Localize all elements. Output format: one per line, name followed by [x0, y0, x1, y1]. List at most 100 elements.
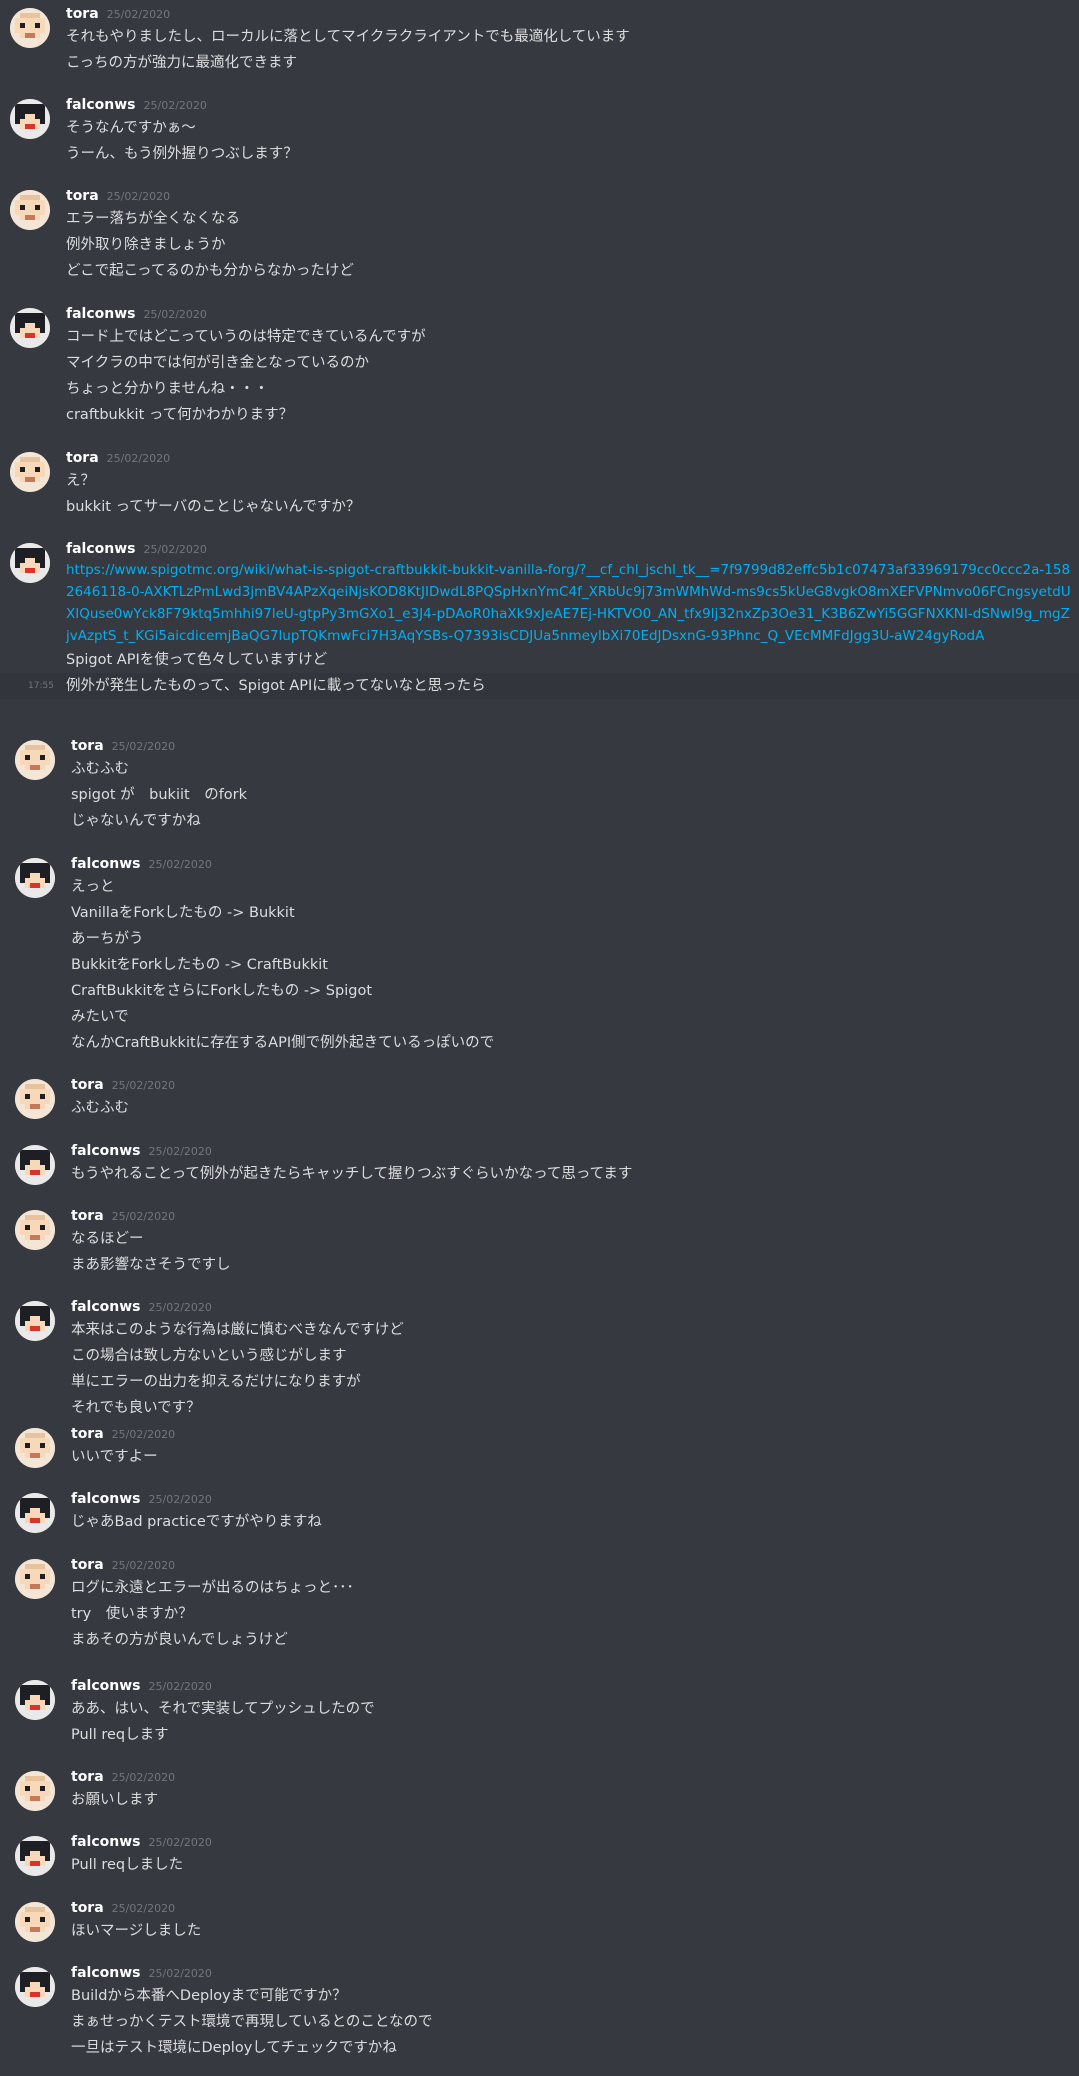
hover-timestamp: 17:55: [28, 681, 54, 691]
message-line: 単にエラーの出力を抑えるだけになりますが: [71, 1374, 361, 1390]
username[interactable]: tora: [71, 1769, 104, 1785]
timestamp: 25/02/2020: [148, 1836, 212, 1849]
message-line: なんかCraftBukkitに存在するAPI側で例外起きているっぽいので: [71, 1035, 495, 1051]
message-group: falconws 25/02/2020 もうやれることって例外が起きたらキャッチして…: [0, 1139, 1079, 1187]
username[interactable]: falconws: [66, 306, 136, 322]
timestamp: 25/02/2020: [111, 1079, 176, 1092]
username[interactable]: falconws: [71, 1965, 141, 1981]
avatar[interactable]: [10, 8, 50, 48]
timestamp: 25/02/2020: [143, 543, 207, 556]
message-group: falconws 25/02/2020 本来はこのような行為は厳に慎むべきなんですけ…: [0, 1295, 1079, 1421]
avatar[interactable]: [10, 452, 50, 492]
avatar[interactable]: [15, 1559, 55, 1599]
timestamp: 25/02/2020: [143, 308, 207, 321]
message-header: falconws 25/02/2020: [71, 1961, 1079, 1983]
avatar[interactable]: [15, 1493, 55, 1533]
message-line: ちょっと分かりませんね・・・: [66, 381, 269, 397]
message-line: try 使いますか？: [71, 1606, 193, 1622]
username[interactable]: tora: [66, 6, 99, 22]
avatar[interactable]: [15, 1680, 55, 1720]
message-line: みたいで: [71, 1009, 129, 1025]
message-line: まあその方が良いんでしょうけど: [71, 1632, 288, 1648]
message-line: まあ影響なさそうですし: [71, 1257, 231, 1273]
message-text: 例外が発生したものって、Spigot APIに載ってないなと思ったら: [66, 678, 486, 694]
username[interactable]: tora: [66, 450, 99, 466]
message-line: なるほどー: [71, 1231, 144, 1247]
timestamp: 25/02/2020: [111, 1559, 176, 1572]
avatar[interactable]: [10, 543, 50, 583]
message-line: ああ、はい、それで実装してプッシュしたので: [71, 1701, 375, 1717]
message-group: falconws 25/02/2020 じゃあBad practiceですがやります…: [0, 1487, 1079, 1535]
message-group: tora 25/02/2020 それもやりましたし、ローカルに落としてマイクラクライ…: [0, 2, 1079, 76]
avatar[interactable]: [15, 1079, 55, 1119]
username[interactable]: falconws: [71, 1834, 141, 1850]
avatar[interactable]: [15, 858, 55, 898]
message-line: この場合は致し方ないという感じがします: [71, 1348, 347, 1364]
message-group: tora 25/02/2020 ログに永遠とエラーが出るのはちょっと･･･ try 使…: [0, 1553, 1079, 1653]
message-line-hovered: 17:55 例外が発生したものって、Spigot APIに載ってないなと思ったら: [0, 673, 1079, 699]
message-line: それもやりましたし、ローカルに落としてマイクラクライアントでも最適化しています: [66, 29, 630, 45]
message-header: tora 25/02/2020: [66, 184, 1079, 206]
timestamp: 25/02/2020: [148, 1967, 212, 1980]
avatar[interactable]: [10, 308, 50, 348]
username[interactable]: tora: [71, 1900, 104, 1916]
message-group: falconws 25/02/2020 ああ、はい、それで実装してプッシュしたので P…: [0, 1674, 1079, 1748]
message-line: ほいマージしました: [71, 1923, 202, 1939]
message-line: え？: [66, 473, 95, 489]
avatar[interactable]: [15, 1902, 55, 1942]
avatar[interactable]: [15, 740, 55, 780]
avatar[interactable]: [15, 1145, 55, 1185]
message-line: そうなんですかぁ〜: [66, 120, 196, 136]
message-line: エラー落ちが全くなくなる: [66, 211, 240, 227]
timestamp: 25/02/2020: [111, 1210, 176, 1223]
message-group: falconws 25/02/2020 Buildから本番へDeployまで可能です…: [0, 1961, 1079, 2061]
message-link[interactable]: https://www.spigotmc.org/wiki/what-is-sp…: [66, 559, 1079, 647]
timestamp: 25/02/2020: [148, 1493, 212, 1506]
username[interactable]: falconws: [71, 856, 141, 872]
timestamp: 25/02/2020: [143, 99, 207, 112]
message-group: tora 25/02/2020 え？ bukkit ってサーバのことじゃないんですか？: [0, 446, 1079, 520]
timestamp: 25/02/2020: [106, 452, 171, 465]
username[interactable]: falconws: [71, 1678, 141, 1694]
message-header: falconws 25/02/2020: [71, 1487, 1079, 1509]
message-line: 一旦はテスト環境にDeployしてチェックですかね: [71, 2040, 397, 2056]
username[interactable]: falconws: [71, 1143, 141, 1159]
username[interactable]: tora: [66, 188, 99, 204]
message-line: Buildから本番へDeployまで可能ですか？: [71, 1988, 347, 2004]
username[interactable]: tora: [71, 1557, 104, 1573]
message-group: tora 25/02/2020 ほいマージしました: [0, 1896, 1079, 1944]
message-line: もうやれることって例外が起きたらキャッチして握りつぶすぐらいかなって思ってます: [71, 1166, 633, 1182]
message-group: tora 25/02/2020 いいですよー: [0, 1422, 1079, 1470]
avatar[interactable]: [10, 190, 50, 230]
message-line: あーちがう: [71, 931, 144, 947]
message-line: CraftBukkitをさらにForkしたもの -> Spigot: [71, 983, 373, 999]
message-line: お願いします: [71, 1792, 158, 1808]
username[interactable]: tora: [71, 1426, 104, 1442]
avatar[interactable]: [15, 1301, 55, 1341]
message-header: tora 25/02/2020: [66, 446, 1079, 468]
timestamp: 25/02/2020: [106, 190, 171, 203]
avatar[interactable]: [15, 1210, 55, 1250]
username[interactable]: falconws: [71, 1491, 141, 1507]
username[interactable]: falconws: [66, 97, 136, 113]
message-line: 本来はこのような行為は厳に慎むべきなんですけど: [71, 1322, 404, 1338]
message-header: falconws 25/02/2020: [66, 537, 1079, 559]
message-group: falconws 25/02/2020 https://www.spigotmc.o…: [0, 537, 1079, 699]
message-group: tora 25/02/2020 エラー落ちが全くなくなる 例外取り除きましょうか どこで…: [0, 184, 1079, 284]
username[interactable]: falconws: [66, 541, 136, 557]
message-group: tora 25/02/2020 お願いします: [0, 1765, 1079, 1813]
username[interactable]: falconws: [71, 1299, 141, 1315]
message-header: falconws 25/02/2020: [71, 1295, 1079, 1317]
timestamp: 25/02/2020: [111, 1428, 176, 1441]
avatar[interactable]: [15, 1428, 55, 1468]
username[interactable]: tora: [71, 1077, 104, 1093]
message-line: bukkit ってサーバのことじゃないんですか？: [66, 499, 361, 515]
avatar[interactable]: [15, 1771, 55, 1811]
message-header: falconws 25/02/2020: [71, 852, 1079, 874]
avatar[interactable]: [15, 1836, 55, 1876]
username[interactable]: tora: [71, 1208, 104, 1224]
username[interactable]: tora: [71, 738, 104, 754]
message-header: falconws 25/02/2020: [66, 93, 1079, 115]
avatar[interactable]: [15, 1967, 55, 2007]
avatar[interactable]: [10, 99, 50, 139]
